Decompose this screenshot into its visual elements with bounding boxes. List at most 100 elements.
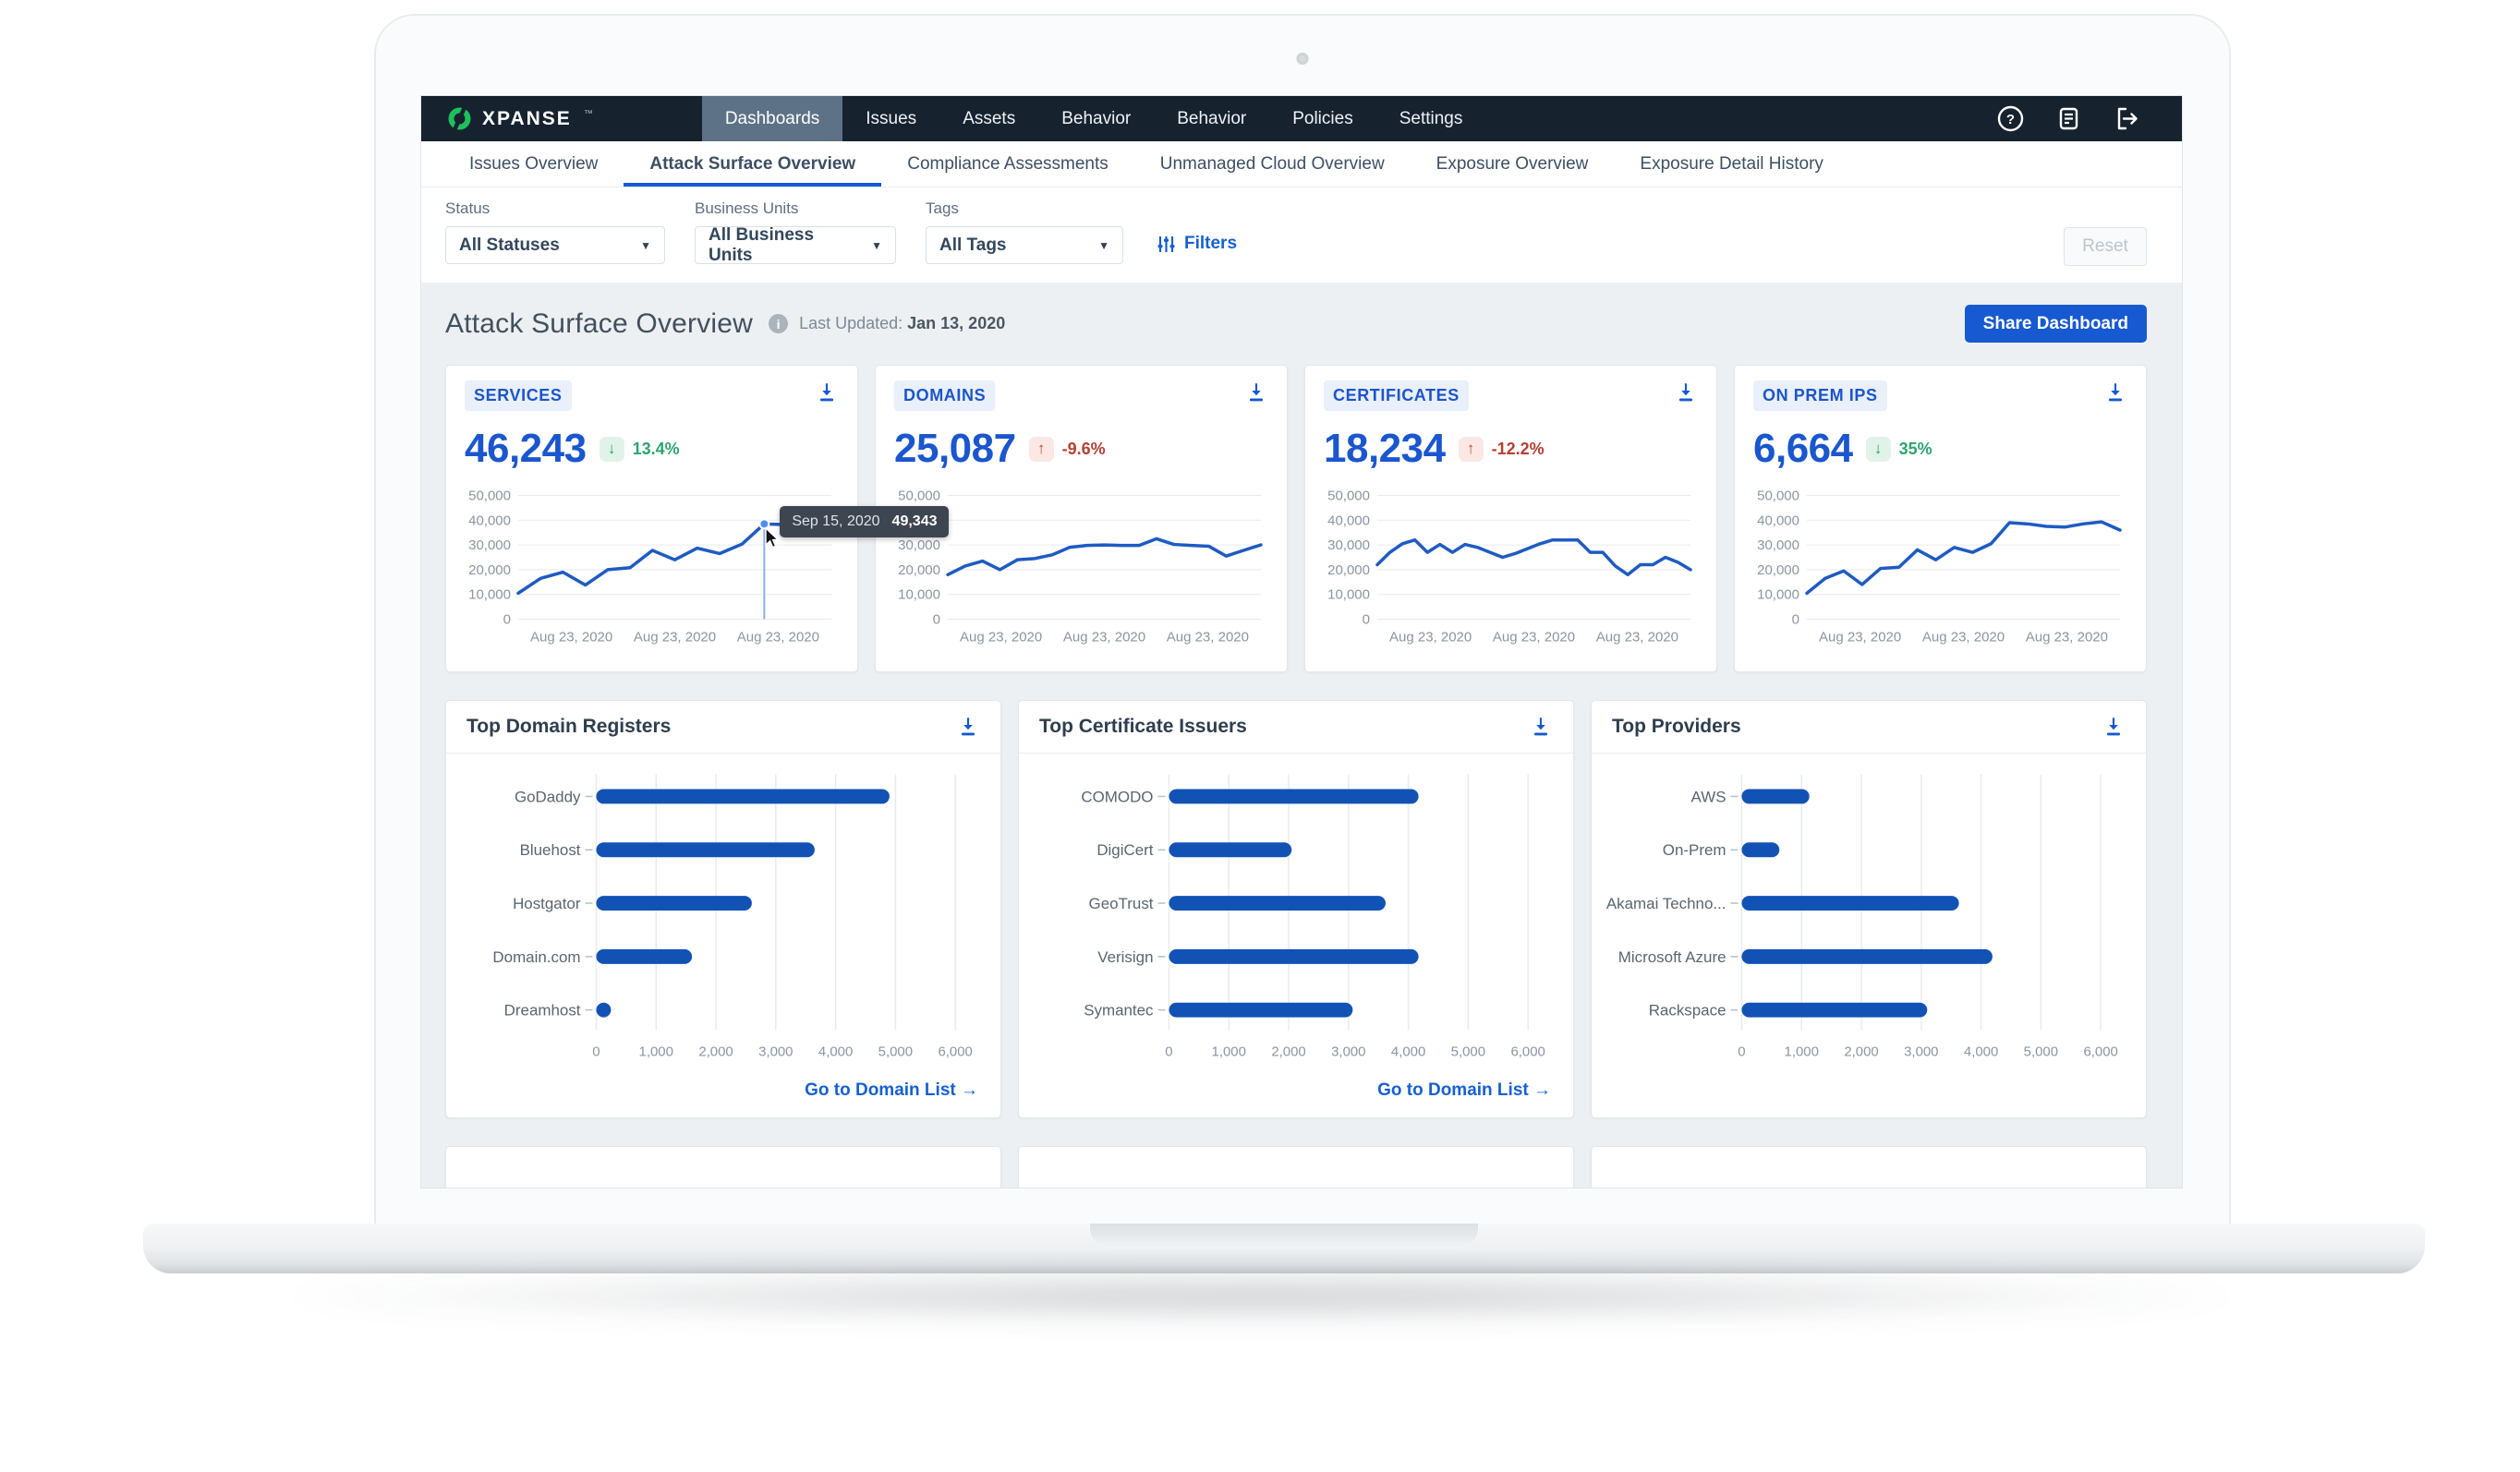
- chevron-down-icon: ▼: [640, 239, 651, 252]
- business-units-dropdown[interactable]: All Business Units ▼: [695, 226, 896, 264]
- chevron-down-icon: ▼: [1098, 239, 1109, 252]
- nav-item-settings[interactable]: Settings: [1376, 96, 1486, 141]
- share-dashboard-button[interactable]: Share Dashboard: [1965, 305, 2147, 343]
- svg-text:50,000: 50,000: [468, 489, 511, 504]
- status-filter: Status All Statuses ▼: [445, 199, 665, 264]
- tab-attack-surface-overview[interactable]: Attack Surface Overview: [624, 141, 881, 187]
- certificates-trend-chart[interactable]: 010,00020,00030,00040,00050,000Aug 23, 2…: [1324, 481, 1698, 664]
- trend-arrow-icon: ↓: [600, 437, 624, 462]
- tags-filter-label: Tags: [926, 199, 1123, 218]
- svg-text:10,000: 10,000: [1327, 587, 1370, 603]
- svg-text:Aug 23, 2020: Aug 23, 2020: [960, 630, 1042, 646]
- last-updated: Last Updated:Jan 13, 2020: [799, 314, 1005, 333]
- tab-compliance-assessments[interactable]: Compliance Assessments: [881, 141, 1134, 187]
- nav-item-policies[interactable]: Policies: [1269, 96, 1375, 141]
- download-icon[interactable]: [1674, 380, 1698, 404]
- kpi-delta: ↑ -12.2%: [1459, 437, 1545, 462]
- svg-text:Rackspace: Rackspace: [1649, 1002, 1726, 1020]
- tags-dropdown-value: All Tags: [939, 235, 1007, 256]
- tags-dropdown[interactable]: All Tags ▼: [926, 226, 1123, 264]
- kpi-delta-value: 35%: [1899, 440, 1932, 459]
- svg-text:2,000: 2,000: [1844, 1044, 1878, 1059]
- kpi-card-certificates: CERTIFICATES 18,234 ↑ -12.2% 010,00: [1304, 365, 1717, 672]
- page-title: Attack Surface Overview: [445, 308, 753, 340]
- download-icon[interactable]: [2102, 715, 2126, 739]
- nav-utility-icons: ?: [1996, 96, 2182, 141]
- tab-unmanaged-cloud-overview[interactable]: Unmanaged Cloud Overview: [1134, 141, 1411, 187]
- trend-arrow-icon: ↓: [1866, 437, 1891, 462]
- top-certificate-issuers-card: Top Certificate Issuers 01,0002,0003,000…: [1018, 700, 1574, 1118]
- svg-text:30,000: 30,000: [468, 537, 511, 553]
- download-icon[interactable]: [815, 380, 839, 404]
- go-to-domain-list-link[interactable]: Go to Domain List →: [1019, 1073, 1573, 1117]
- chart-tooltip: Sep 15, 2020 49,343: [780, 506, 949, 537]
- kpi-label-badge: DOMAINS: [894, 380, 995, 411]
- nav-item-behavior-1[interactable]: Behavior: [1038, 96, 1154, 141]
- laptop-shadow: [222, 1273, 2300, 1321]
- kpi-delta: ↓ 35%: [1866, 437, 1932, 462]
- svg-text:0: 0: [1738, 1044, 1745, 1059]
- xpanse-logo-icon: [447, 106, 472, 131]
- laptop-screen: XPANSE ™ Dashboards Issues Assets Behavi…: [374, 14, 2231, 1224]
- svg-text:Bluehost: Bluehost: [520, 841, 581, 859]
- nav-item-behavior-2[interactable]: Behavior: [1154, 96, 1269, 141]
- svg-text:6,000: 6,000: [938, 1044, 972, 1059]
- download-icon[interactable]: [1244, 380, 1268, 404]
- download-icon[interactable]: [956, 715, 980, 739]
- card-title: Top Providers: [1612, 716, 1741, 738]
- filters-button-label: Filters: [1184, 234, 1237, 254]
- reset-button[interactable]: Reset: [2064, 227, 2147, 266]
- trend-arrow-icon: ↑: [1459, 437, 1484, 462]
- webcam-dot: [1297, 53, 1309, 65]
- domains-trend-chart[interactable]: 010,00020,00030,00040,00050,000Aug 23, 2…: [894, 481, 1268, 664]
- filter-bar: Status All Statuses ▼ Business Units All…: [421, 187, 2182, 283]
- partial-card: [1018, 1146, 1574, 1188]
- sign-out-icon[interactable]: [2113, 104, 2141, 133]
- svg-text:10,000: 10,000: [898, 587, 940, 603]
- status-dropdown[interactable]: All Statuses ▼: [445, 226, 665, 264]
- svg-text:AWS: AWS: [1691, 788, 1726, 805]
- nav-item-dashboards[interactable]: Dashboards: [702, 96, 842, 141]
- nav-item-assets[interactable]: Assets: [939, 96, 1038, 141]
- dashboard-app: XPANSE ™ Dashboards Issues Assets Behavi…: [421, 96, 2182, 1188]
- help-icon[interactable]: ?: [1996, 104, 2025, 133]
- chevron-down-icon: ▼: [871, 239, 882, 252]
- svg-text:0: 0: [592, 1044, 600, 1059]
- svg-text:?: ?: [2006, 112, 2015, 127]
- svg-text:4,000: 4,000: [818, 1044, 853, 1059]
- release-notes-icon[interactable]: [2054, 104, 2083, 133]
- svg-text:30,000: 30,000: [1327, 537, 1370, 553]
- svg-text:5,000: 5,000: [2024, 1044, 2058, 1059]
- svg-text:Aug 23, 2020: Aug 23, 2020: [1063, 630, 1145, 646]
- tab-issues-overview[interactable]: Issues Overview: [443, 141, 624, 187]
- kpi-value: 18,234: [1324, 426, 1446, 472]
- svg-text:Symantec: Symantec: [1084, 1002, 1154, 1020]
- svg-text:Aug 23, 2020: Aug 23, 2020: [1596, 630, 1678, 646]
- svg-text:10,000: 10,000: [468, 587, 511, 603]
- svg-text:40,000: 40,000: [468, 513, 511, 528]
- svg-text:Aug 23, 2020: Aug 23, 2020: [634, 630, 716, 646]
- card-title: Top Certificate Issuers: [1039, 716, 1247, 738]
- brand: XPANSE ™: [421, 96, 593, 141]
- tab-exposure-overview[interactable]: Exposure Overview: [1411, 141, 1615, 187]
- info-icon[interactable]: i: [769, 314, 788, 333]
- filters-button[interactable]: Filters: [1157, 234, 1237, 254]
- svg-text:1,000: 1,000: [1212, 1044, 1246, 1059]
- download-icon[interactable]: [1529, 715, 1553, 739]
- status-dropdown-value: All Statuses: [459, 235, 560, 256]
- top-providers-card: Top Providers 01,0002,0003,0004,0005,000…: [1591, 700, 2147, 1118]
- svg-text:50,000: 50,000: [1757, 489, 1799, 504]
- go-to-domain-list-link[interactable]: Go to Domain List →: [446, 1073, 1000, 1117]
- svg-text:Verisign: Verisign: [1097, 948, 1153, 966]
- nav-item-issues[interactable]: Issues: [842, 96, 939, 141]
- svg-text:Domain.com: Domain.com: [492, 948, 580, 966]
- tab-exposure-detail-history[interactable]: Exposure Detail History: [1614, 141, 1849, 187]
- svg-text:50,000: 50,000: [1327, 489, 1370, 504]
- svg-text:Aug 23, 2020: Aug 23, 2020: [1167, 630, 1249, 646]
- on-prem-ips-trend-chart[interactable]: 010,00020,00030,00040,00050,000Aug 23, 2…: [1753, 481, 2127, 664]
- download-icon[interactable]: [2103, 380, 2127, 404]
- svg-text:40,000: 40,000: [1327, 513, 1370, 528]
- kpi-label-badge: SERVICES: [465, 380, 572, 411]
- kpi-delta: ↓ 13.4%: [600, 437, 680, 462]
- main-content: Attack Surface Overview i Last Updated:J…: [421, 283, 2182, 1188]
